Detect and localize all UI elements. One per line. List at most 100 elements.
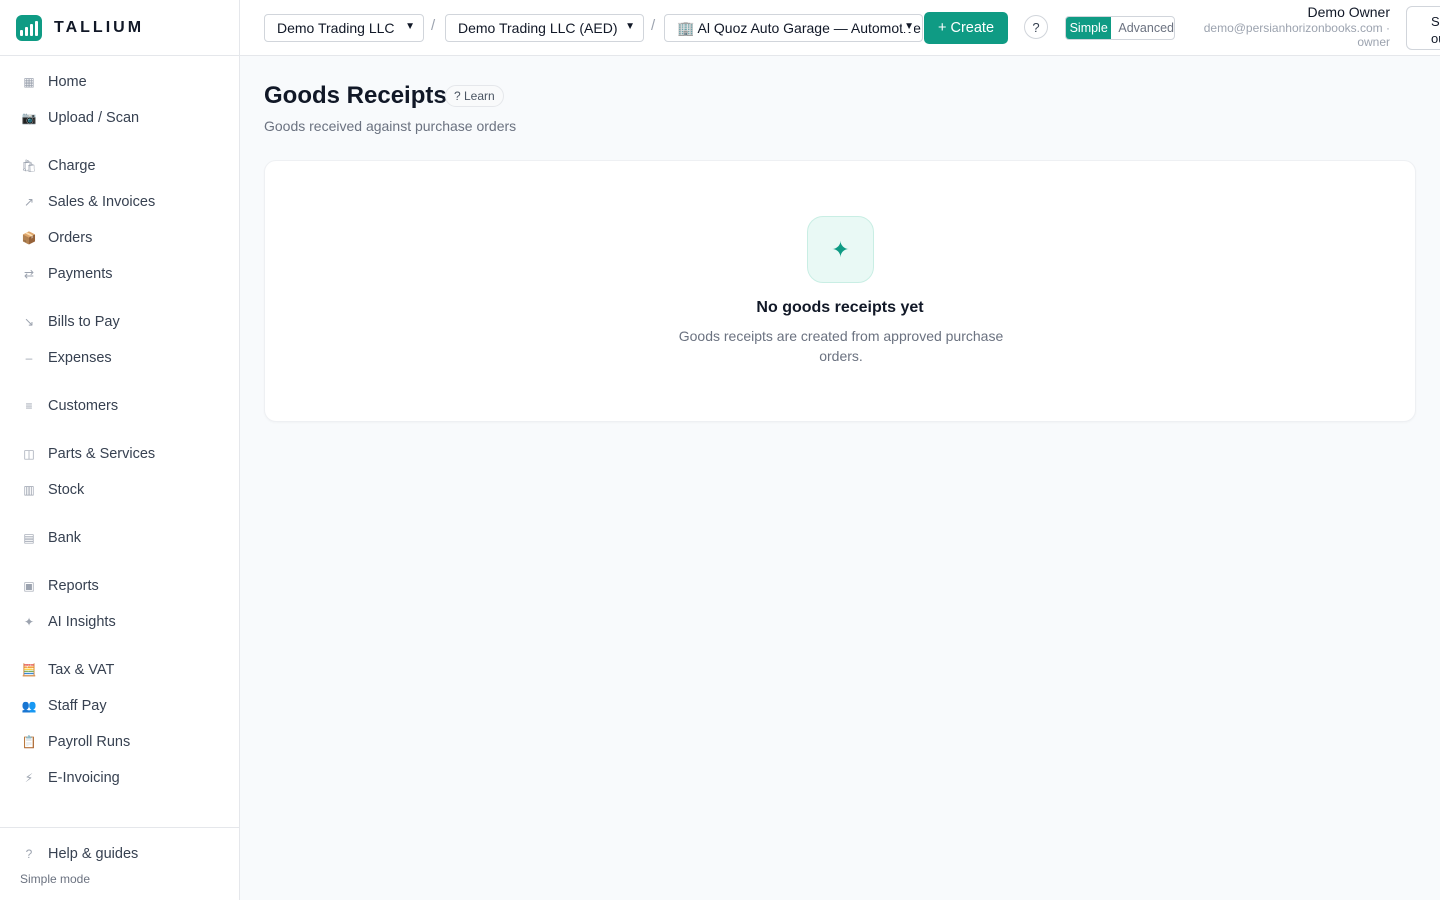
empty-state-card: ✦ No goods receipts yet Goods receipts a…	[264, 160, 1416, 422]
arrow-down-right-icon: ↘	[23, 315, 35, 329]
sidebar-item-label: Payments	[48, 266, 113, 282]
help-button[interactable]: ?	[1024, 15, 1048, 39]
page-subtitle: Goods received against purchase orders	[264, 118, 517, 134]
sidebar-footer: ? Help & guides Simple mode	[0, 827, 239, 900]
sidebar-item-label: Home	[48, 74, 87, 90]
mode-toggle: Simple Advanced	[1065, 16, 1175, 40]
sidebar-item-label: Charge	[48, 158, 96, 174]
sidebar-item-charge[interactable]: 🛍 Charge	[0, 148, 239, 184]
swap-arrows-icon: ⇄	[23, 267, 35, 281]
nav-group: ↘ Bills to Pay – Expenses	[0, 304, 239, 376]
sidebar-item-label: Parts & Services	[48, 446, 156, 462]
sidebar-item-label: Stock	[48, 482, 85, 498]
square-icon: ▣	[23, 579, 35, 593]
brand-name: TALLIUM	[54, 18, 145, 36]
sidebar-item-label: Bank	[48, 530, 82, 546]
mode-simple-button[interactable]: Simple	[1066, 17, 1112, 39]
sidebar-item-e-invoicing[interactable]: ⚡ E-Invoicing	[0, 760, 239, 796]
nav-group: ▤ Bank	[0, 520, 239, 556]
people-icon: 👥	[21, 699, 37, 713]
chevron-down-icon: ▼	[405, 21, 415, 32]
sidebar-item-label: Reports	[48, 578, 99, 594]
columns-icon: ▥	[23, 483, 35, 497]
mode-advanced-button[interactable]: Advanced	[1111, 17, 1174, 39]
sidebar-item-parts-services[interactable]: ◫ Parts & Services	[0, 436, 239, 472]
nav-group: 🛍 Charge ↗ Sales & Invoices 📦 Orders ⇄ Payments	[0, 148, 239, 292]
ledger-select[interactable]: Demo Trading LLC (AED) ▼	[445, 14, 644, 42]
nav-group: ◫ Parts & Services ▥ Stock	[0, 436, 239, 508]
page-title: Goods Receipts	[264, 82, 447, 109]
clipboard-icon: 📋	[21, 735, 37, 749]
sparkle-icon: ✦	[23, 615, 35, 629]
abacus-icon: 🧮	[21, 663, 37, 677]
topbar: Demo Trading LLC ▼ / Demo Trading LLC (A…	[240, 0, 1440, 56]
chevron-down-icon: ▼	[902, 21, 914, 32]
user-role: owner	[1357, 35, 1390, 49]
chevron-down-icon: ▼	[625, 21, 635, 32]
sidebar-item-label: Orders	[48, 230, 93, 246]
sidebar-item-home[interactable]: ▦ Home	[0, 64, 239, 100]
sidebar-item-label: Customers	[48, 398, 119, 414]
sidebar-item-orders[interactable]: 📦 Orders	[0, 220, 239, 256]
sidebar-item-label: E-Invoicing	[48, 770, 120, 786]
company-select[interactable]: Demo Trading LLC ▼	[264, 14, 424, 42]
grid-icon: ▦	[23, 75, 35, 89]
camera-icon: 📷	[21, 111, 37, 125]
sidebar-item-ai-insights[interactable]: ✦ AI Insights	[0, 604, 239, 640]
arrow-up-right-icon: ↗	[23, 195, 35, 209]
list-icon: ≡	[25, 399, 33, 413]
breadcrumb-separator: /	[651, 17, 656, 34]
sidebar-item-label: Expenses	[48, 350, 112, 366]
company-select-value: Demo Trading LLC	[277, 20, 395, 36]
sparkle-icon: ✦	[807, 216, 874, 283]
nav-group: ▣ Reports ✦ AI Insights	[0, 568, 239, 640]
sidebar-item-staff-pay[interactable]: 👥 Staff Pay	[0, 688, 239, 724]
empty-state-title: No goods receipts yet	[756, 299, 924, 316]
ledger-select-value: Demo Trading LLC (AED)	[458, 20, 618, 36]
sidebar-item-label: AI Insights	[48, 614, 116, 630]
nav-group: ≡ Customers	[0, 388, 239, 424]
bank-icon: ▤	[23, 531, 35, 545]
sidebar-item-customers[interactable]: ≡ Customers	[0, 388, 239, 424]
tallium-logo-icon	[16, 14, 42, 41]
branch-select[interactable]: 🏢 Al Quoz Auto Garage — Automotive ▼	[664, 14, 923, 42]
help-guides-link[interactable]: ? Help & guides	[0, 836, 239, 872]
learn-button[interactable]: ? Learn	[445, 85, 504, 107]
brand[interactable]: TALLIUM	[0, 0, 239, 56]
sidebar-item-label: Tax & VAT	[48, 662, 115, 678]
sidebar-item-stock[interactable]: ▥ Stock	[0, 472, 239, 508]
sidebar-item-label: Sales & Invoices	[48, 194, 156, 210]
nav-group: 🧮 Tax & VAT 👥 Staff Pay 📋 Payroll Runs ⚡ E-Invo…	[0, 652, 239, 796]
user-name: Demo Owner	[1307, 4, 1390, 20]
sidebar-item-reports[interactable]: ▣ Reports	[0, 568, 239, 604]
sidebar-item-label: Upload / Scan	[48, 110, 140, 126]
sidebar-item-payments[interactable]: ⇄ Payments	[0, 256, 239, 292]
box-icon: ◫	[23, 447, 35, 461]
sidebar-item-bank[interactable]: ▤ Bank	[0, 520, 239, 556]
sidebar-item-label: Staff Pay	[48, 698, 107, 714]
minus-icon: –	[25, 351, 33, 365]
sidebar-item-label: Bills to Pay	[48, 314, 120, 330]
user-info: Demo Owner demo@persianhorizonbooks.com …	[1204, 4, 1390, 49]
question-icon: ?	[25, 847, 33, 861]
sidebar-item-bills-to-pay[interactable]: ↘ Bills to Pay	[0, 304, 239, 340]
nav-group: ▦ Home 📷 Upload / Scan	[0, 64, 239, 136]
package-icon: 📦	[21, 231, 37, 245]
branch-select-value: 🏢 Al Quoz Auto Garage — Automotive	[677, 19, 921, 36]
sidebar-item-label: Payroll Runs	[48, 734, 131, 750]
shopping-bags-icon: 🛍	[21, 159, 37, 173]
sign-out-button[interactable]: Sign out	[1406, 6, 1440, 50]
breadcrumb-separator: /	[431, 17, 436, 34]
empty-state-description: Goods receipts are created from approved…	[678, 328, 1004, 364]
sidebar-item-payroll-runs[interactable]: 📋 Payroll Runs	[0, 724, 239, 760]
sidebar-item-tax-vat[interactable]: 🧮 Tax & VAT	[0, 652, 239, 688]
mode-indicator: Simple mode	[20, 872, 91, 886]
sidebar-item-expenses[interactable]: – Expenses	[0, 340, 239, 376]
sidebar-item-sales-invoices[interactable]: ↗ Sales & Invoices	[0, 184, 239, 220]
help-guides-label: Help & guides	[48, 846, 139, 862]
create-button[interactable]: + Create	[924, 12, 1008, 44]
user-email: demo@persianhorizonbooks.com ·	[1203, 21, 1390, 35]
lightning-icon: ⚡	[24, 771, 34, 785]
sidebar-item-upload-scan[interactable]: 📷 Upload / Scan	[0, 100, 239, 136]
sidebar: TALLIUM ▦ Home 📷 Upload / Scan 🛍 Charge ↗ Sales…	[0, 0, 240, 900]
